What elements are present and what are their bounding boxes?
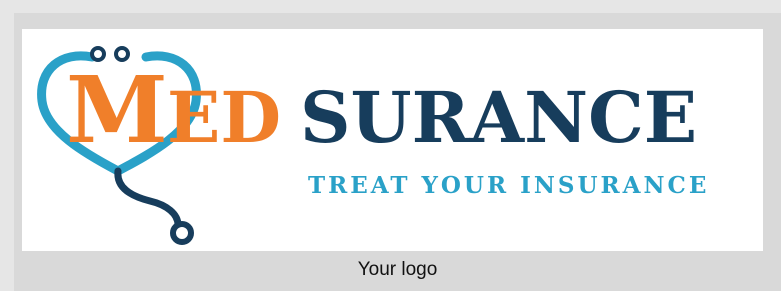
brand-text-ed: ED [167,76,281,159]
logo-panel: M ED SURANCE TREAT YOUR INSURANCE [22,29,763,251]
logo-caption: Your logo [357,259,438,280]
logo-tagline: TREAT YOUR INSURANCE [308,172,709,199]
brand-letter-m: M [66,56,168,164]
medsurance-logo: M ED SURANCE TREAT YOUR INSURANCE [37,46,709,245]
brand-text-surance: SURANCE [300,76,697,159]
